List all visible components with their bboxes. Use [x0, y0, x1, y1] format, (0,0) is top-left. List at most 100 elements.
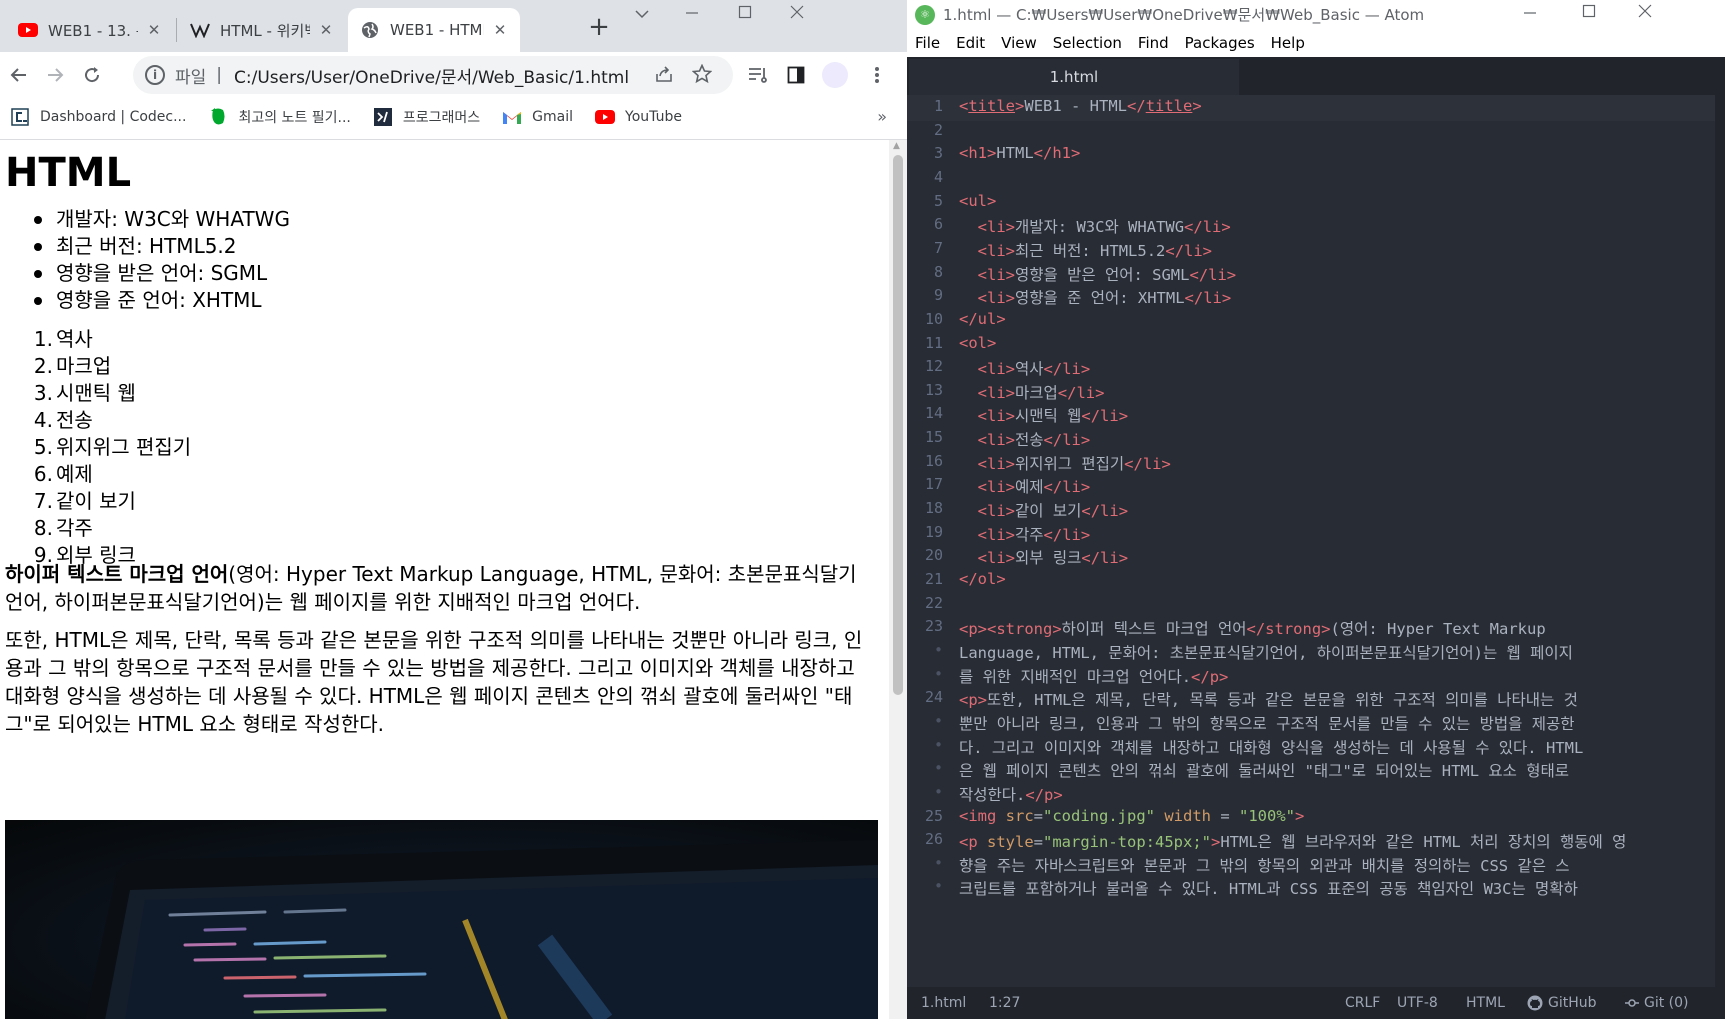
- ordered-list: 1. 역사 2. 마크업 3. 시맨틱 웹 4. 전송 5. 위지위그 편집기 6. 예제 …: [33, 326, 191, 569]
- line-number: 18: [924, 499, 943, 518]
- menu-selection[interactable]: Selection: [1053, 34, 1122, 52]
- code-line: <li>위지위그 편집기</li>: [977, 454, 1171, 473]
- tab-youtube[interactable]: WEB1 - 13. 문서 ✕: [6, 8, 174, 52]
- line-number: 11: [924, 333, 943, 352]
- status-grammar[interactable]: HTML: [1466, 995, 1505, 1011]
- minimize-icon[interactable]: [672, 0, 712, 28]
- line-number: 21: [924, 570, 943, 588]
- list-item: 4. 전송: [33, 408, 93, 432]
- code-line: <li>최근 버전: HTML5.2</li>: [977, 241, 1213, 260]
- status-github[interactable]: GitHub: [1527, 995, 1597, 1011]
- maximize-icon[interactable]: [1582, 4, 1596, 22]
- code-line: <li>개발자: W3C와 WHATWG</li>: [977, 218, 1231, 237]
- side-panel-icon[interactable]: [779, 58, 813, 92]
- codecademy-icon: [10, 107, 30, 127]
- atom-logo-icon: ⚛: [915, 4, 935, 25]
- close-icon[interactable]: ✕: [318, 21, 334, 39]
- bookmark-label: 최고의 노트 필기...: [238, 110, 351, 126]
- list-item: 영향을 받은 언어: SGML: [34, 260, 290, 287]
- line-number: 16: [924, 451, 943, 470]
- forward-arrow-icon[interactable]: [38, 58, 72, 92]
- status-git[interactable]: Git (0): [1625, 995, 1689, 1011]
- line-number: 25: [924, 806, 943, 825]
- tab-title: HTML - 위키백과: [220, 21, 310, 40]
- line-number: 10: [924, 309, 943, 328]
- line-number: 9: [933, 286, 943, 305]
- code-line: <li>마크업</li>: [977, 383, 1105, 402]
- code-line: <li>각주</li>: [977, 525, 1091, 544]
- menu-packages[interactable]: Packages: [1185, 34, 1255, 52]
- code-editor[interactable]: 1 <title>WEB1 - HTML</title> 2 3 <h1>HTML</h…: [907, 95, 1725, 987]
- code-line: 작성한다.</p>: [959, 785, 1063, 804]
- menu-help[interactable]: Help: [1271, 34, 1305, 52]
- bookmark-label: Dashboard | Codec...: [40, 109, 187, 125]
- status-cursor[interactable]: 1:27: [989, 995, 1020, 1011]
- desktop: WEB1 - 13. 문서 ✕ HTML - 위키백과 ✕ WEB1 - HTM…: [0, 0, 1725, 1019]
- bookmark-codecademy[interactable]: Dashboard | Codec...: [10, 107, 186, 127]
- more-vertical-icon[interactable]: [860, 58, 894, 92]
- code-line: <ol>: [959, 333, 997, 352]
- code-line: <li>외부 링크</li>: [977, 549, 1129, 568]
- line-number: 17: [924, 475, 943, 494]
- bookmarks-overflow-icon[interactable]: »: [877, 107, 887, 126]
- bookmark-gmail[interactable]: Gmail: [502, 107, 573, 127]
- star-icon[interactable]: [691, 63, 713, 89]
- line-number: 22: [924, 593, 943, 612]
- bookmark-programmers[interactable]: 프로그래머스: [373, 107, 480, 127]
- tab-web1-html[interactable]: WEB1 - HTML ✕: [348, 8, 520, 52]
- code-line: <img src="coding.jpg" width = "100%">: [959, 806, 1305, 825]
- reload-icon[interactable]: [75, 58, 109, 92]
- window-close-icon[interactable]: [777, 0, 817, 28]
- youtube-icon: [595, 107, 616, 127]
- window-close-icon[interactable]: [1638, 4, 1652, 22]
- status-encoding[interactable]: UTF-8: [1397, 995, 1438, 1011]
- bookmark-youtube[interactable]: YouTube: [595, 107, 682, 127]
- code-line: <li>영향을 받은 언어: SGML</li>: [977, 265, 1237, 284]
- list-item: 1. 역사: [33, 327, 93, 351]
- bookmarks-bar: Dashboard | Codec... 최고의 노트 필기... 프로그래머스…: [0, 99, 907, 135]
- back-arrow-icon[interactable]: [2, 58, 36, 92]
- status-file[interactable]: 1.html: [921, 995, 966, 1011]
- atom-window: ⚛ 1.html — C:₩Users₩User₩OneDrive₩문서₩Web…: [907, 0, 1725, 1019]
- new-tab-button[interactable]: +: [584, 12, 614, 42]
- menu-view[interactable]: View: [1001, 34, 1037, 52]
- maximize-icon[interactable]: [725, 0, 765, 28]
- menu-edit[interactable]: Edit: [956, 34, 985, 52]
- chrome-window: WEB1 - 13. 문서 ✕ HTML - 위키백과 ✕ WEB1 - HTM…: [0, 0, 907, 1019]
- line-number: 13: [924, 380, 943, 399]
- close-icon[interactable]: ✕: [492, 21, 508, 39]
- list-item: 최근 버전: HTML5.2: [34, 233, 290, 260]
- bookmark-evernote[interactable]: 최고의 노트 필기...: [208, 107, 351, 127]
- address-bar[interactable]: i 파일 | C:/Users/User/OneDrive/문서/Web_Bas…: [133, 56, 733, 94]
- wikipedia-icon: [190, 20, 210, 40]
- url-text[interactable]: C:/Users/User/OneDrive/문서/Web_Basic/1.ht…: [234, 63, 629, 88]
- scroll-up-arrow-icon[interactable]: ▲: [893, 141, 900, 151]
- editor-tab[interactable]: 1.html: [909, 59, 1239, 95]
- window-title: 1.html — C:₩Users₩User₩OneDrive₩문서₩Web_B…: [943, 6, 1425, 24]
- programmers-icon: [373, 107, 393, 127]
- tab-wikipedia[interactable]: HTML - 위키백과 ✕: [178, 8, 346, 52]
- status-eol[interactable]: CRLF: [1345, 995, 1380, 1011]
- line-number: •: [933, 853, 943, 872]
- minimize-icon[interactable]: [1523, 2, 1537, 26]
- info-icon[interactable]: i: [145, 65, 165, 85]
- reading-list-icon[interactable]: [741, 58, 775, 92]
- code-line: <p><strong>하이퍼 텍스트 마크업 언어</strong>(영어: H…: [959, 620, 1546, 639]
- tab-search-icon[interactable]: [622, 0, 662, 28]
- unordered-list: 개발자: W3C와 WHATWG 최근 버전: HTML5.2 영향을 받은 언…: [34, 206, 290, 314]
- code-line: <p style="margin-top:45px;">HTML은 웹 브라우저…: [959, 833, 1627, 852]
- code-line: 향을 주는 자바스크립트와 본문과 그 밖의 항목의 외관과 배치를 정의하는 …: [959, 856, 1570, 875]
- line-number: 3: [933, 144, 943, 163]
- profile-avatar-icon[interactable]: [818, 58, 852, 92]
- editor-scrollbar[interactable]: [1715, 95, 1725, 987]
- share-icon[interactable]: [654, 64, 674, 89]
- close-icon[interactable]: ✕: [146, 21, 162, 39]
- code-line: </ul>: [959, 309, 1006, 328]
- code-line: <title>WEB1 - HTML</title>: [959, 97, 1202, 115]
- line-number: •: [933, 782, 943, 801]
- menu-file[interactable]: File: [915, 34, 940, 52]
- menu-find[interactable]: Find: [1138, 34, 1169, 52]
- code-line: <li>역사</li>: [977, 360, 1091, 379]
- scrollbar-thumb[interactable]: [893, 155, 903, 695]
- line-number: 8: [933, 262, 943, 281]
